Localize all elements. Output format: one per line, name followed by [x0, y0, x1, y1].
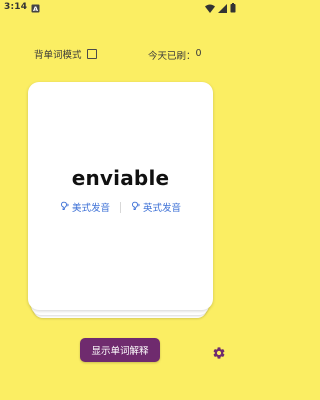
signal-icon — [218, 0, 227, 17]
us-pronunciation-label: 美式发音 — [71, 203, 110, 214]
status-time: 3:14 — [4, 2, 28, 12]
show-definition-button[interactable]: 显示单词解释 — [80, 338, 160, 362]
svg-text:A: A — [33, 5, 38, 13]
battery-icon — [230, 0, 236, 17]
gear-icon — [212, 345, 226, 364]
memorize-mode-label: 背单词模式 — [34, 50, 82, 61]
uk-pronunciation-label: 英式发音 — [143, 203, 182, 214]
memorize-mode-checkbox[interactable] — [86, 49, 97, 59]
memorize-mode-toggle[interactable]: 背单词模式 — [34, 47, 97, 61]
wifi-icon — [205, 0, 215, 17]
speaker-icon — [60, 201, 70, 214]
uk-pronunciation-button[interactable]: 英式发音 — [131, 200, 181, 214]
word-text: enviable — [71, 166, 170, 190]
word-card[interactable]: enviable 美式发音 英式发音 — [28, 82, 213, 310]
pronunciation-divider — [120, 201, 121, 213]
status-left: 3:14 A — [4, 0, 40, 17]
today-count-label: 今天已刷： — [148, 51, 196, 62]
us-pronunciation-button[interactable]: 美式发音 — [60, 200, 110, 214]
pronunciation-row: 美式发音 英式发音 — [28, 200, 213, 214]
settings-button[interactable] — [212, 345, 226, 359]
status-right — [205, 0, 236, 17]
speaker-icon — [131, 201, 141, 214]
today-count-value: 0 — [195, 48, 202, 59]
notification-a-icon: A — [31, 0, 40, 17]
status-bar: 3:14 A — [0, 0, 240, 14]
today-count: 今天已刷： 0 — [148, 48, 202, 62]
